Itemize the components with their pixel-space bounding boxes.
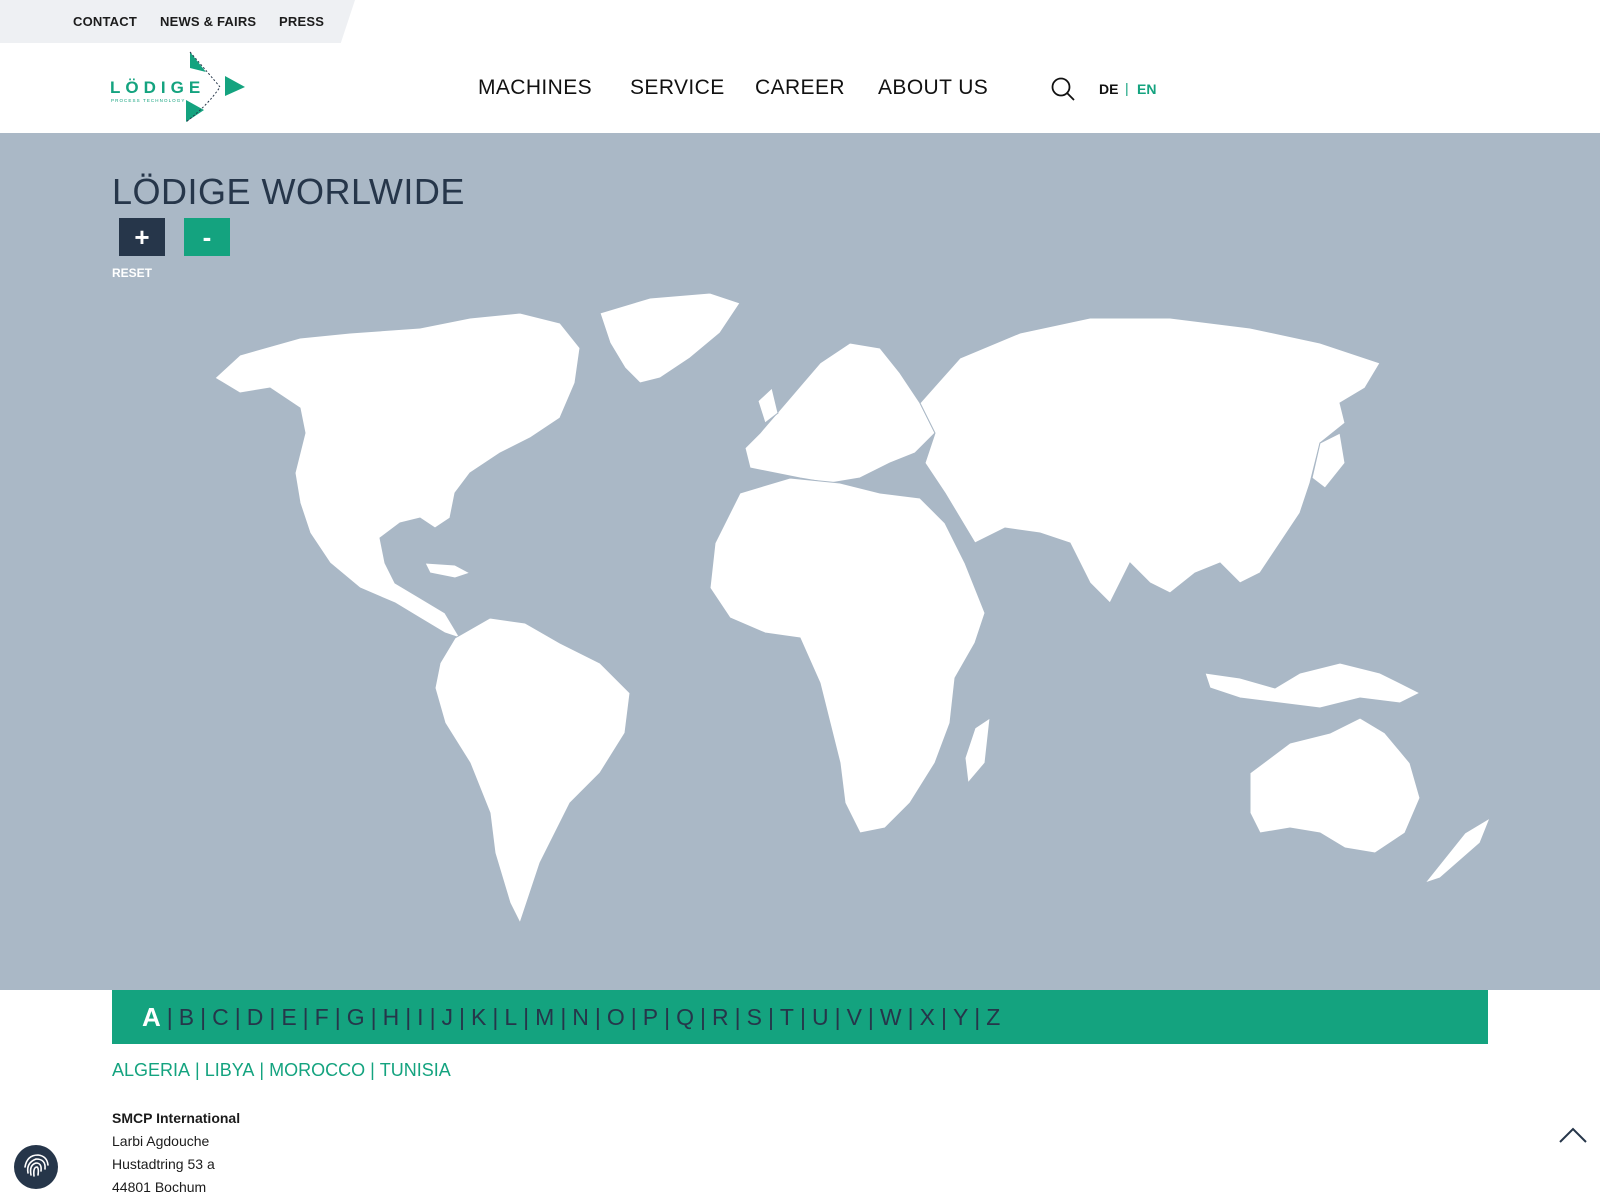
alphabet-separator: | [234, 1003, 241, 1030]
alphabet-letter-w[interactable]: W [876, 1004, 906, 1031]
language-separator: | [1125, 80, 1129, 96]
region-south-america [434, 617, 631, 925]
alphabet-separator: | [523, 1003, 530, 1030]
alphabet-letter-t[interactable]: T [776, 1004, 798, 1031]
alphabet-separator: | [459, 1003, 466, 1030]
address-contact-person: Larbi Agdouche [112, 1133, 210, 1149]
zoom-in-button[interactable]: + [119, 218, 165, 256]
country-list: ALGERIA | LIBYA | MOROCCO | TUNISIA [112, 1060, 451, 1081]
alphabet-letter-e[interactable]: E [277, 1004, 300, 1031]
alphabet-separator: | [269, 1003, 276, 1030]
alphabet-letter-x[interactable]: X [916, 1004, 939, 1031]
alphabet-separator: | [405, 1003, 412, 1030]
alphabet-letter-g[interactable]: G [343, 1004, 369, 1031]
country-separator: | [259, 1060, 265, 1080]
alphabet-letter-v[interactable]: V [843, 1004, 866, 1031]
alphabet-letter-h[interactable]: H [379, 1004, 404, 1031]
country-separator: | [195, 1060, 200, 1080]
alphabet-separator: | [302, 1003, 309, 1030]
logo[interactable]: LÖDIGE PROCESS TECHNOLOGY [110, 50, 250, 126]
language-de[interactable]: DE [1099, 81, 1118, 97]
nav-item-career[interactable]: CAREER [755, 76, 845, 100]
privacy-settings-button[interactable] [14, 1145, 58, 1189]
reset-button[interactable]: RESET [112, 266, 152, 280]
country-link-morocco[interactable]: MOROCCO [269, 1060, 365, 1080]
alphabet-separator: | [834, 1003, 841, 1030]
map-title: LÖDIGE WORLWIDE [112, 171, 465, 212]
alphabet-letter-a[interactable]: A [138, 1002, 165, 1033]
alphabet-separator: | [630, 1003, 637, 1030]
fingerprint-icon [24, 1154, 49, 1177]
alphabet-letter-f[interactable]: F [311, 1004, 333, 1031]
alphabet-separator: | [200, 1003, 207, 1030]
nav-item-about-us[interactable]: ABOUT US [878, 76, 988, 100]
alphabet-separator: | [974, 1003, 981, 1030]
country-separator: | [370, 1060, 375, 1080]
topbar-link-news-fairs[interactable]: NEWS & FAIRS [160, 14, 256, 29]
alphabet-letter-u[interactable]: U [808, 1004, 833, 1031]
nav-item-machines[interactable]: MACHINES [478, 76, 592, 100]
alphabet-letter-s[interactable]: S [743, 1004, 766, 1031]
region-africa [709, 477, 986, 834]
world-map-section: LÖDIGE WORLWIDE + - RESET [0, 133, 1600, 990]
region-asia [919, 317, 1381, 604]
alphabet-separator: | [734, 1003, 741, 1030]
alphabet-letter-m[interactable]: M [531, 1004, 558, 1031]
alphabet-letter-y[interactable]: Y [949, 1004, 972, 1031]
address-city: 44801 Bochum [112, 1179, 207, 1195]
country-link-algeria[interactable]: ALGERIA [112, 1060, 190, 1080]
alphabet-separator: | [664, 1003, 671, 1030]
alphabet-separator: | [166, 1003, 173, 1030]
contact-address: SMCP International Larbi Agdouche Hustad… [112, 1107, 240, 1199]
alphabet-letter-n[interactable]: N [568, 1004, 593, 1031]
alphabet-separator: | [700, 1003, 706, 1030]
alphabet-letter-q[interactable]: Q [672, 1004, 698, 1031]
region-north-america [214, 312, 581, 639]
alphabet-separator: | [799, 1003, 806, 1030]
alphabet-separator: | [867, 1003, 874, 1030]
logo-wordmark: LÖDIGE [110, 78, 206, 97]
address-company: SMCP International [112, 1110, 241, 1126]
alphabet-letter-b[interactable]: B [175, 1004, 198, 1031]
alphabet-separator: | [940, 1003, 947, 1030]
logo-tagline: PROCESS TECHNOLOGY [111, 98, 186, 103]
country-link-libya[interactable]: LIBYA [205, 1060, 255, 1080]
alphabet-letter-p[interactable]: P [639, 1004, 662, 1031]
alphabet-separator: | [594, 1003, 601, 1030]
alphabet-separator: | [492, 1003, 499, 1030]
alphabet-separator: | [560, 1003, 567, 1030]
alphabet-letter-j[interactable]: J [438, 1004, 458, 1031]
alphabet-separator: | [907, 1003, 914, 1030]
nav-item-service[interactable]: SERVICE [630, 76, 725, 100]
language-en[interactable]: EN [1137, 81, 1156, 97]
chevron-up-icon[interactable] [1558, 1125, 1588, 1145]
alphabet-letter-c[interactable]: C [208, 1004, 233, 1031]
alphabet-letter-k[interactable]: K [467, 1004, 490, 1031]
search-icon[interactable] [1050, 76, 1076, 102]
region-southeast-asia [1204, 662, 1422, 709]
region-australia [1249, 717, 1421, 854]
alphabet-separator: | [429, 1003, 436, 1030]
alphabet-letter-i[interactable]: I [413, 1004, 427, 1031]
address-street: Hustadtring 53 a [112, 1156, 215, 1172]
alphabet-separator: | [334, 1003, 341, 1030]
alphabet-letter-l[interactable]: L [500, 1004, 521, 1031]
world-map[interactable] [0, 133, 1600, 990]
region-caribbean [424, 562, 472, 579]
zoom-out-button[interactable]: - [184, 218, 230, 256]
alphabet-letter-o[interactable]: O [603, 1004, 629, 1031]
country-link-tunisia[interactable]: TUNISIA [380, 1060, 451, 1080]
top-utility-bar: CONTACT NEWS & FAIRS PRESS [0, 0, 355, 43]
topbar-link-press[interactable]: PRESS [279, 14, 324, 29]
region-madagascar [964, 716, 991, 785]
alphabet-separator: | [767, 1003, 774, 1030]
alphabet-letter-z[interactable]: Z [982, 1004, 1004, 1031]
alphabet-letter-d[interactable]: D [243, 1004, 268, 1031]
alphabet-letter-r[interactable]: R [708, 1004, 733, 1031]
alphabet-filter: A | B | C | D | E | F | G | H | I | J | K | L | M | N | O | P | Q | R | S | T |… [112, 990, 1488, 1044]
region-greenland [599, 292, 741, 384]
alphabet-separator: | [370, 1003, 377, 1030]
topbar-link-contact[interactable]: CONTACT [73, 14, 137, 29]
region-new-zealand [1423, 816, 1492, 885]
